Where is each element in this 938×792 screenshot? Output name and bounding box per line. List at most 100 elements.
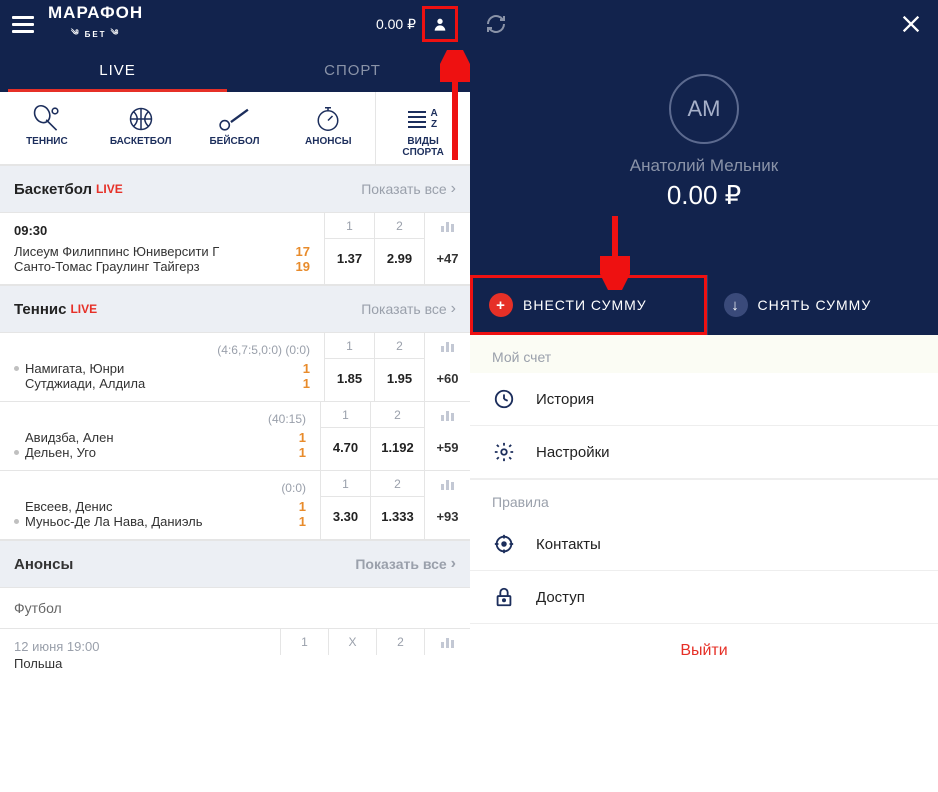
team-score: 1 [299,514,306,529]
match-time: 09:30 [14,223,310,238]
more-button[interactable]: +93 [425,497,470,535]
more-button[interactable]: +60 [425,359,470,397]
odd-button[interactable]: 1.85 [325,359,374,397]
sport-anons[interactable]: АНОНСЫ [281,92,375,164]
section-title-tennis: Теннис [14,301,66,318]
section-my-account: Мой счет [470,335,938,373]
sport-label: ТЕННИС [0,136,94,147]
target-icon [493,533,515,555]
team-score: 1 [299,445,306,460]
serve-dot [14,366,19,371]
user-name: Анатолий Мельник [630,156,778,176]
lock-icon [493,586,515,608]
stats-icon [425,471,470,497]
annotation-arrow [440,50,470,170]
tab-sport[interactable]: СПОРТ [235,49,470,92]
show-all-basketball[interactable]: Показать все› [361,180,456,198]
odd-button[interactable]: 1.95 [375,359,424,397]
avatar: АМ [669,74,739,144]
sport-baseball[interactable]: БЕЙСБОЛ [188,92,282,164]
sport-label: АНОНСЫ [281,136,375,147]
menu-label: Доступ [536,589,585,606]
sport-tennis[interactable]: ТЕННИС [0,92,94,164]
brand-sub: ༄ БЕТ ༄ [71,23,120,46]
baseball-icon [217,104,251,134]
show-all-tennis[interactable]: Показать все› [361,300,456,318]
menu-history[interactable]: История [470,373,938,426]
odd-button[interactable]: 1.192 [371,428,424,466]
team-name: Сутджиади, Алдила [25,376,297,391]
odds-head: X [328,629,376,655]
sport-label: БАСКЕТБОЛ [94,136,188,147]
close-button[interactable] [896,9,926,39]
serve-dot [14,450,19,455]
live-badge: LIVE [70,302,97,316]
tennis-icon [31,103,63,135]
odd-button[interactable]: 1.37 [325,239,374,277]
serve-dot [14,519,19,524]
withdraw-label: СНЯТЬ СУММУ [758,297,872,313]
odds-head: 2 [371,402,424,428]
sport-category-football: Футбол [0,588,470,629]
odds-head: 1 [280,629,328,655]
stats-icon [425,333,470,359]
chevron-right-icon: › [451,180,456,198]
stats-icon [425,402,470,428]
odds-head: 2 [371,471,424,497]
stats-icon [425,213,470,239]
tennis-match[interactable]: (4:6,7:5,0:0) (0:0) Намигата, Юнри1 Сутд… [0,333,470,402]
stats-icon [424,629,470,655]
close-icon [900,13,922,35]
set-score: (0:0) [14,481,306,495]
menu-access[interactable]: Доступ [470,571,938,624]
odds-head: 1 [321,471,370,497]
withdraw-button[interactable]: ↓ СНЯТЬ СУММУ [707,275,938,335]
annotation-arrow [600,210,630,290]
odd-button[interactable]: 2.99 [375,239,424,277]
menu-settings[interactable]: Настройки [470,426,938,479]
menu-button[interactable] [0,0,46,48]
stopwatch-icon [313,104,343,134]
team-score: 1 [303,361,310,376]
arrow-down-icon: ↓ [724,293,748,317]
odd-button[interactable]: 4.70 [321,428,370,466]
chevron-right-icon: › [451,300,456,318]
tennis-match[interactable]: (40:15) Авидзба, Ален1 Дельен, Уго1 14.7… [0,402,470,471]
odds-head: 2 [375,213,424,239]
menu-contacts[interactable]: Контакты [470,518,938,571]
team-name: Санто-Томас Граулинг Тайгерз [14,259,290,274]
tennis-match[interactable]: (0:0) Евсеев, Денис1 Муньос-Де Ла Нава, … [0,471,470,540]
menu-label: Настройки [536,444,610,461]
odd-button[interactable]: 3.30 [321,497,370,535]
deposit-button[interactable]: + ВНЕСТИ СУММУ [470,275,707,335]
clock-icon [493,388,515,410]
menu-label: Контакты [536,536,601,553]
sport-basketball[interactable]: БАСКЕТБОЛ [94,92,188,164]
user-icon [432,16,448,32]
team-name: Лисеум Филиппинс Юниверсити Г [14,244,290,259]
chevron-right-icon: › [451,555,456,573]
odd-button[interactable]: 1.333 [371,497,424,535]
team-name: Авидзба, Ален [25,430,293,445]
odds-head: 2 [376,629,424,655]
more-button[interactable]: +47 [425,239,470,277]
odds-head: 1 [325,213,374,239]
brand-logo: МАРАФОН ༄ БЕТ ༄ [48,3,143,46]
profile-button[interactable] [422,6,458,42]
show-all-anons[interactable]: Показать все› [355,555,456,573]
team-score: 1 [303,376,310,391]
more-button[interactable]: +59 [425,428,470,466]
logout-button[interactable]: Выйти [470,624,938,678]
team-score: 1 [299,430,306,445]
set-score: (4:6,7:5,0:0) (0:0) [14,343,310,357]
team-name: Муньос-Де Ла Нава, Даниэль [25,514,293,529]
section-rules: Правила [470,479,938,518]
section-title-anons: Анонсы [14,556,73,573]
tab-live[interactable]: LIVE [0,49,235,92]
refresh-button[interactable] [482,10,510,38]
basketball-match[interactable]: 09:30 Лисеум Филиппинс Юниверсити Г17 Са… [0,213,470,285]
gear-icon [493,441,515,463]
odds-head: 2 [375,333,424,359]
menu-label: История [536,391,594,408]
basketball-icon [126,104,156,134]
